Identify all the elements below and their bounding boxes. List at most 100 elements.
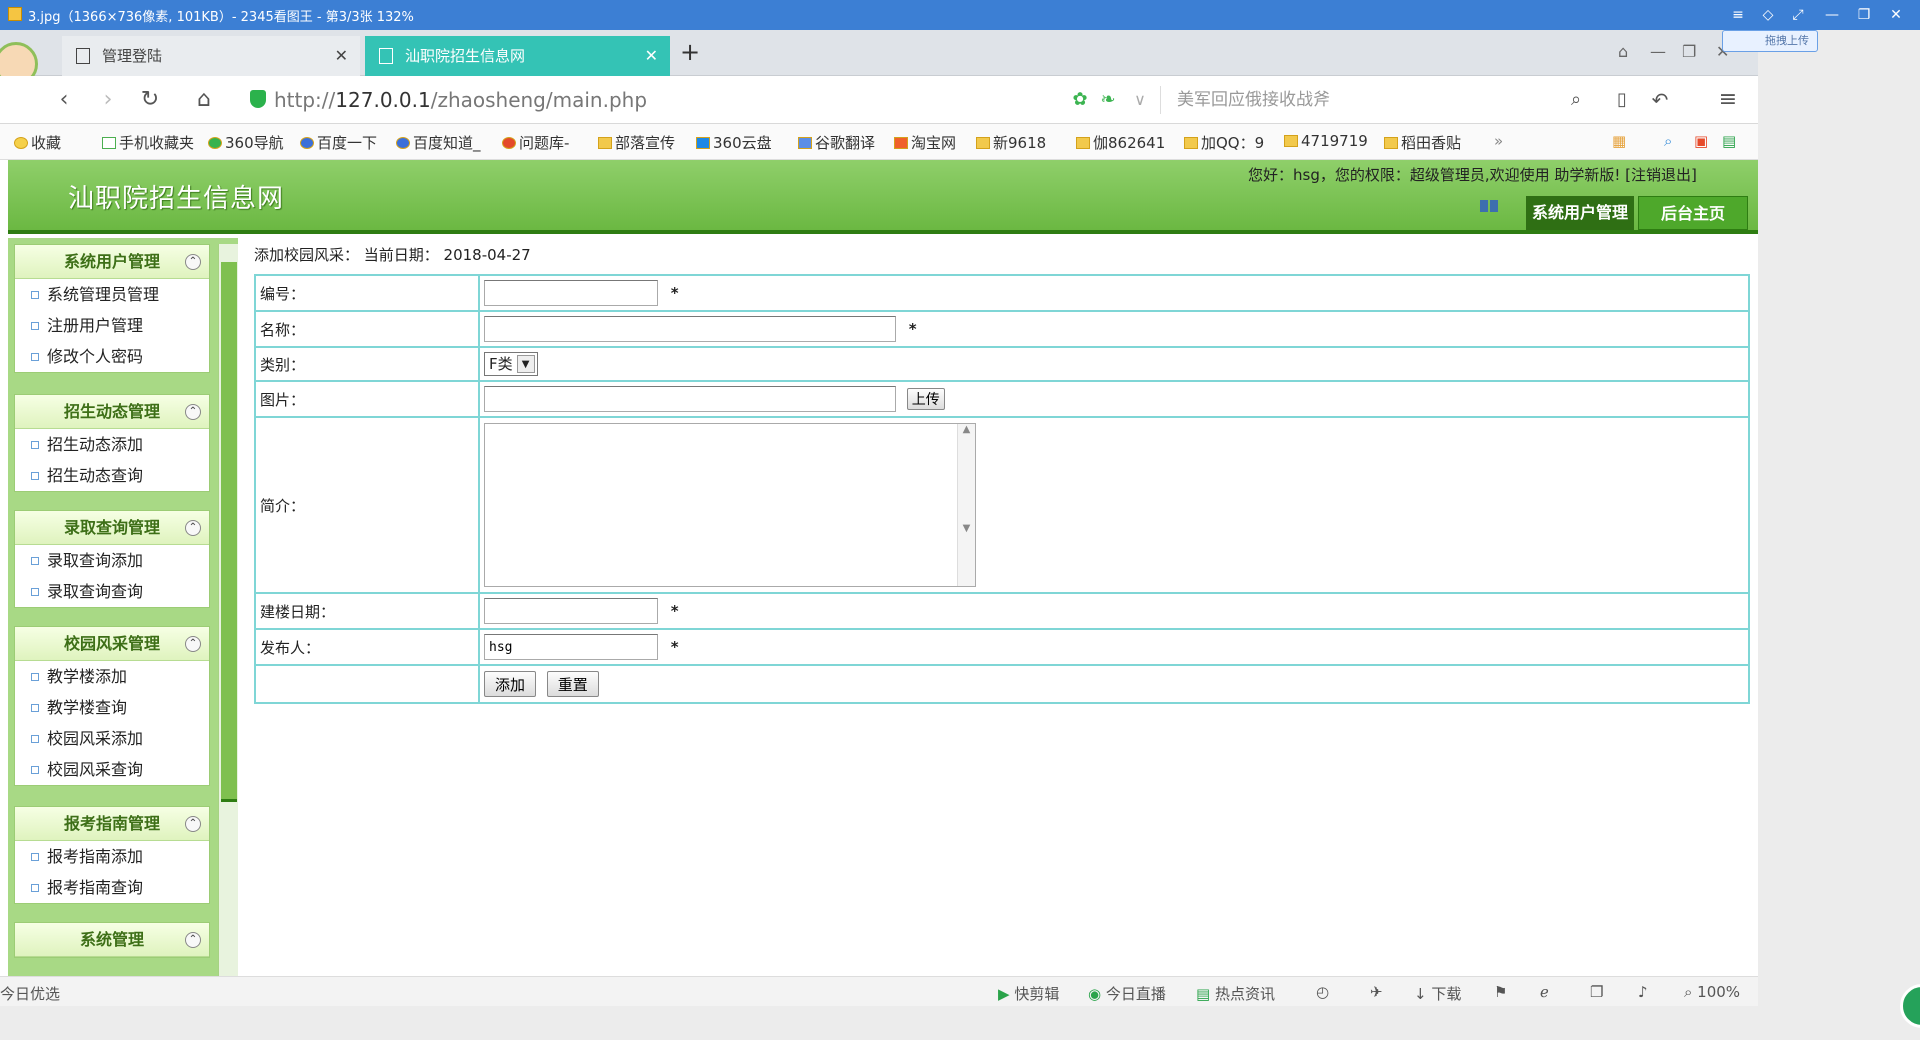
menu-item-scenery-query[interactable]: 校园风采查询: [15, 754, 209, 785]
menu-head[interactable]: 校园风采管理 ⌃: [15, 627, 209, 661]
viewer-skin-icon[interactable]: ◇: [1756, 4, 1780, 26]
bookmark-360-cloud[interactable]: 360云盘: [696, 132, 772, 153]
viewer-fullscreen-icon[interactable]: ⤢: [1786, 4, 1810, 26]
home-icon[interactable]: ⌂: [190, 86, 218, 114]
menu-item-registered-users[interactable]: 注册用户管理: [15, 310, 209, 341]
window-icon[interactable]: ❐: [1590, 983, 1603, 1001]
bookmark-baidu[interactable]: 百度一下: [300, 132, 377, 153]
collapse-icon[interactable]: ⌃: [185, 254, 201, 270]
speedup-icon[interactable]: ✿: [1066, 86, 1094, 114]
menu-head[interactable]: 系统用户管理 ⌃: [15, 245, 209, 279]
status-zoom[interactable]: ⌕ 100%: [1684, 983, 1740, 1001]
forward-icon[interactable]: ›: [94, 86, 122, 114]
bookmark-360nav[interactable]: 360导航: [208, 132, 284, 153]
collapse-icon[interactable]: ⌃: [185, 932, 201, 948]
menu-head[interactable]: 录取查询管理 ⌃: [15, 511, 209, 545]
book-icon[interactable]: ▤: [1722, 132, 1736, 150]
bookmark-folder[interactable]: 稻田香贴: [1384, 132, 1461, 153]
new-tab-icon[interactable]: +: [680, 38, 700, 66]
pin-icon[interactable]: ✈: [1370, 983, 1383, 1001]
minimize-icon[interactable]: —: [1650, 42, 1666, 61]
menu-item-guide-query[interactable]: 报考指南查询: [15, 872, 209, 903]
nav-tab-admin-home[interactable]: 后台主页: [1638, 196, 1748, 230]
magnifier-icon[interactable]: ⌕: [1664, 132, 1672, 150]
leaf-icon[interactable]: ❧: [1094, 86, 1122, 114]
chevron-down-icon[interactable]: ∨: [1126, 86, 1154, 114]
menu-head[interactable]: 报考指南管理 ⌃: [15, 807, 209, 841]
collapse-icon[interactable]: ⌃: [185, 636, 201, 652]
category-select[interactable]: F类 ▼: [484, 352, 538, 376]
tab-admin-login[interactable]: 管理登陆 ✕: [62, 36, 360, 76]
image-input[interactable]: [484, 386, 896, 412]
apps-icon[interactable]: ▦: [1612, 132, 1626, 150]
status-live[interactable]: ◉ 今日直播: [1088, 983, 1166, 1004]
name-input[interactable]: [484, 316, 896, 342]
upload-pill[interactable]: 拖拽上传: [1722, 30, 1818, 52]
undo-icon[interactable]: ↶: [1646, 86, 1674, 114]
bookmark-folder[interactable]: 伽862641: [1076, 132, 1165, 153]
bookmark-folder[interactable]: 部落宣传: [598, 132, 675, 153]
menu-head[interactable]: 招生动态管理 ⌃: [15, 395, 209, 429]
reset-button[interactable]: 重置: [546, 671, 599, 697]
publisher-input[interactable]: [484, 634, 658, 660]
menu-head[interactable]: 系统管理 ⌃: [15, 923, 209, 957]
calendar-icon[interactable]: ▣: [1694, 132, 1708, 150]
menu-icon[interactable]: ≡: [1714, 86, 1742, 114]
refresh-icon[interactable]: ↻: [136, 86, 164, 114]
bookmark-folder[interactable]: 4719719: [1284, 132, 1368, 150]
tab-recruitment-site[interactable]: 汕职院招生信息网 ✕: [365, 36, 670, 76]
bookmark-taobao[interactable]: 淘宝网: [894, 132, 956, 153]
number-input[interactable]: [484, 280, 658, 306]
viewer-restore-icon[interactable]: ❐: [1852, 4, 1876, 26]
status-quick-clip[interactable]: ▶ 快剪辑: [998, 983, 1059, 1004]
menu-item-guide-add[interactable]: 报考指南添加: [15, 841, 209, 872]
collapse-icon[interactable]: ⌃: [185, 816, 201, 832]
intro-textarea[interactable]: ▲ ▼: [484, 423, 976, 587]
menu-item-building-add[interactable]: 教学楼添加: [15, 661, 209, 692]
build-date-input[interactable]: [484, 598, 658, 624]
status-today-picks[interactable]: 今日优选: [0, 983, 60, 1004]
viewer-menu-icon[interactable]: ≡: [1726, 4, 1750, 26]
menu-item-building-query[interactable]: 教学楼查询: [15, 692, 209, 723]
bookmark-question-bank[interactable]: 问题库-: [502, 132, 569, 153]
bookmark-folder[interactable]: 新9618: [976, 132, 1046, 153]
flag-icon[interactable]: ⚑: [1494, 983, 1507, 1001]
viewer-minimize-icon[interactable]: —: [1820, 4, 1844, 26]
menu-item-change-password[interactable]: 修改个人密码: [15, 341, 209, 372]
scrollbar-thumb[interactable]: [221, 262, 237, 802]
speaker-icon[interactable]: ♪: [1638, 983, 1648, 1001]
menu-item-news-add[interactable]: 招生动态添加: [15, 429, 209, 460]
ie-icon[interactable]: ℯ: [1540, 983, 1549, 1001]
restore-icon[interactable]: ❐: [1682, 42, 1696, 61]
back-icon[interactable]: ‹: [50, 86, 78, 114]
bookmark-baidu-zhidao[interactable]: 百度知道_: [396, 132, 481, 153]
upload-button[interactable]: 上传: [906, 387, 945, 410]
sidebar-scrollbar[interactable]: [218, 244, 238, 1006]
close-icon[interactable]: ✕: [335, 36, 348, 76]
add-button[interactable]: 添加: [484, 671, 537, 697]
status-download[interactable]: ↓ 下载: [1414, 983, 1461, 1004]
bookmark-mobile[interactable]: 手机收藏夹: [102, 132, 194, 153]
collapse-icon[interactable]: ⌃: [185, 404, 201, 420]
bookmark-google-translate[interactable]: 谷歌翻译: [798, 132, 875, 153]
close-icon[interactable]: ✕: [645, 36, 658, 76]
bookmark-folder[interactable]: 加QQ：9: [1184, 132, 1264, 153]
textarea-scrollbar[interactable]: ▲ ▼: [957, 424, 975, 586]
clock-icon[interactable]: ◴: [1316, 983, 1329, 1001]
status-hot-news[interactable]: ▤ 热点资讯: [1196, 983, 1275, 1004]
viewer-close-icon[interactable]: ✕: [1884, 4, 1908, 26]
menu-item-news-query[interactable]: 招生动态查询: [15, 460, 209, 491]
search-input[interactable]: 美军回应俄接收战斧: [1160, 86, 1600, 114]
nav-tab-user-management[interactable]: 系统用户管理: [1526, 196, 1634, 230]
chevron-down-icon[interactable]: ▼: [516, 355, 535, 373]
bookmarks-more[interactable]: »: [1494, 132, 1503, 150]
menu-item-admin-management[interactable]: 系统管理员管理: [15, 279, 209, 310]
bookmark-favorites[interactable]: 收藏: [14, 132, 61, 153]
collapse-icon[interactable]: ⌃: [185, 520, 201, 536]
menu-item-admission-add[interactable]: 录取查询添加: [15, 545, 209, 576]
shirt-icon[interactable]: ⌂: [1618, 42, 1628, 61]
url-input[interactable]: http://127.0.0.1/zhaosheng/main.php: [274, 88, 647, 112]
nav-arrows-icon[interactable]: [1480, 200, 1510, 216]
search-icon[interactable]: ⌕: [1562, 86, 1590, 114]
bookmark-icon[interactable]: ▯: [1608, 86, 1636, 114]
